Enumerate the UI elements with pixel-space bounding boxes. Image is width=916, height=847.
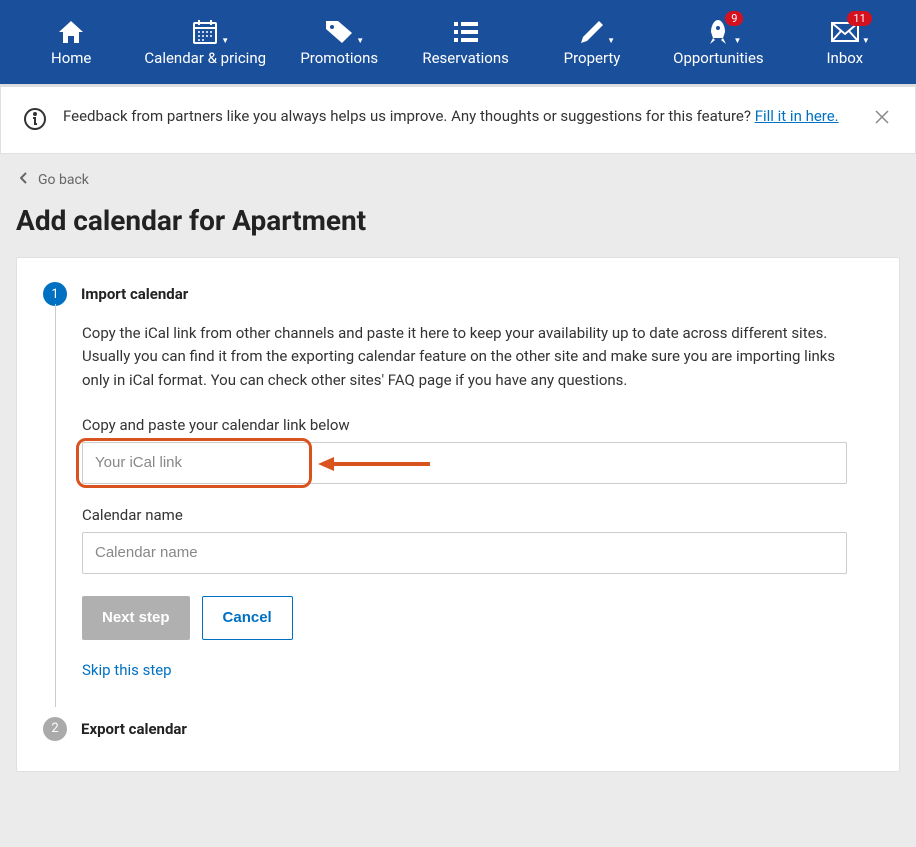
badge: 9: [725, 11, 743, 26]
nav-label: Calendar & pricing: [144, 49, 266, 67]
mail-icon: 11 ▼: [830, 17, 860, 47]
next-step-button[interactable]: Next step: [82, 596, 190, 640]
ical-link-input[interactable]: [82, 442, 847, 484]
badge: 11: [847, 11, 871, 26]
cancel-button[interactable]: Cancel: [202, 596, 293, 640]
nav-label: Property: [564, 49, 621, 67]
nav-property[interactable]: ▼ Property: [529, 0, 655, 84]
info-icon: [23, 107, 47, 135]
chevron-down-icon: ▼: [221, 36, 229, 45]
tag-icon: ▼: [324, 17, 354, 47]
chevron-down-icon: ▼: [607, 36, 615, 45]
nav-inbox[interactable]: 11 ▼ Inbox: [782, 0, 908, 84]
chevron-down-icon: ▼: [862, 36, 870, 45]
pencil-icon: ▼: [579, 17, 605, 47]
step-2-title: Export calendar: [81, 717, 187, 741]
step-1-title: Import calendar: [81, 282, 188, 306]
step-1-badge: 1: [43, 282, 67, 306]
feedback-banner: Feedback from partners like you always h…: [0, 86, 916, 154]
home-icon: [57, 17, 85, 47]
step-1-header: 1 Import calendar: [43, 282, 873, 306]
nav-opportunities[interactable]: 9 ▼ Opportunities: [655, 0, 781, 84]
banner-text: Feedback from partners like you always h…: [63, 105, 855, 128]
nav-home[interactable]: Home: [8, 0, 134, 84]
rocket-icon: 9 ▼: [705, 17, 731, 47]
chevron-left-icon: [20, 172, 28, 188]
calendar-name-label: Calendar name: [82, 506, 847, 524]
top-navigation: Home ▼ Calendar & pricing ▼ Promotions R…: [0, 0, 916, 86]
skip-step-link[interactable]: Skip this step: [82, 661, 172, 679]
nav-calendar-pricing[interactable]: ▼ Calendar & pricing: [134, 0, 276, 84]
page-title: Add calendar for Apartment: [0, 194, 916, 257]
nav-label: Inbox: [826, 49, 863, 67]
calendar-icon: ▼: [191, 17, 219, 47]
nav-label: Promotions: [300, 49, 378, 67]
step-2-header: 2 Export calendar: [43, 717, 873, 741]
nav-reservations[interactable]: Reservations: [402, 0, 528, 84]
go-back-link[interactable]: Go back: [0, 154, 916, 194]
step-2-badge: 2: [43, 717, 67, 741]
chevron-down-icon: ▼: [733, 36, 741, 45]
close-icon[interactable]: [871, 105, 893, 132]
step-1-description: Copy the iCal link from other channels a…: [82, 322, 847, 392]
calendar-name-input[interactable]: [82, 532, 847, 574]
nav-label: Opportunities: [673, 49, 764, 67]
nav-label: Home: [51, 49, 91, 67]
wizard-card: 1 Import calendar Copy the iCal link fro…: [16, 257, 900, 772]
nav-promotions[interactable]: ▼ Promotions: [276, 0, 402, 84]
chevron-down-icon: ▼: [356, 36, 364, 45]
ical-link-label: Copy and paste your calendar link below: [82, 416, 847, 434]
list-icon: [452, 17, 480, 47]
feedback-link[interactable]: Fill it in here.: [755, 107, 839, 125]
nav-label: Reservations: [422, 49, 509, 67]
